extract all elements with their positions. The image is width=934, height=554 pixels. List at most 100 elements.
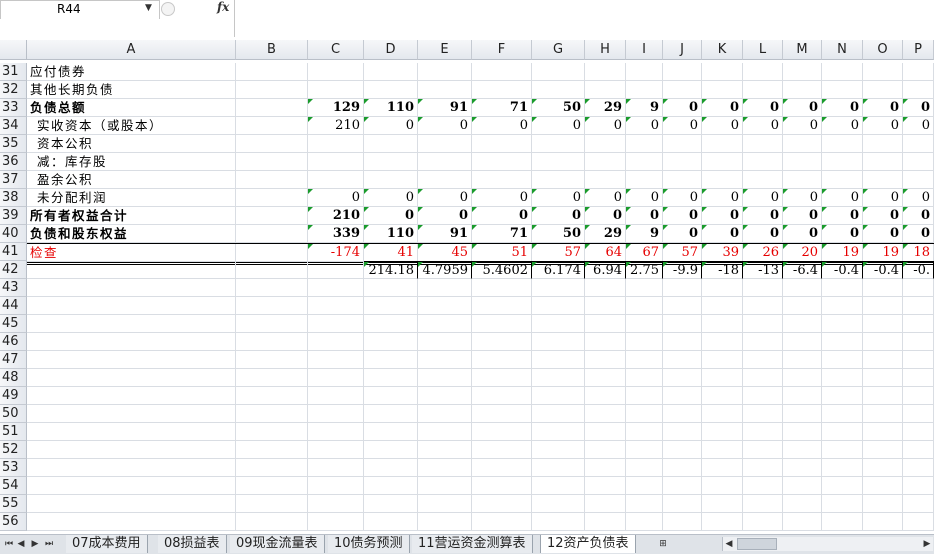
cell-value[interactable] xyxy=(822,441,863,459)
cell-value[interactable] xyxy=(903,135,934,153)
cell-value[interactable] xyxy=(626,441,663,459)
cell-value[interactable] xyxy=(903,369,934,387)
cell[interactable] xyxy=(236,441,308,459)
cell-value[interactable] xyxy=(783,81,822,99)
cell-value[interactable] xyxy=(702,423,743,441)
cell-value[interactable]: 0 xyxy=(863,225,903,243)
cell-value[interactable]: 0 xyxy=(903,225,934,243)
cell-value[interactable] xyxy=(863,405,903,423)
cell[interactable] xyxy=(236,63,308,81)
cell-label[interactable]: 负债和股东权益 xyxy=(27,225,236,243)
cell-value[interactable]: 0 xyxy=(822,99,863,117)
cell-value[interactable] xyxy=(822,459,863,477)
cell-value[interactable] xyxy=(783,477,822,495)
cell-value[interactable] xyxy=(626,387,663,405)
column-header-l[interactable]: L xyxy=(743,40,783,60)
cell-value[interactable] xyxy=(585,423,626,441)
cell-value[interactable] xyxy=(364,81,418,99)
cell-value[interactable] xyxy=(743,279,783,297)
cell-value[interactable] xyxy=(743,135,783,153)
cell-value[interactable] xyxy=(308,81,364,99)
cell-value[interactable] xyxy=(472,297,532,315)
cell-value[interactable] xyxy=(743,477,783,495)
sheet-tab[interactable]: 12资产负债表 xyxy=(540,535,636,553)
cell-value[interactable] xyxy=(743,441,783,459)
cell-value[interactable]: 0 xyxy=(472,207,532,225)
cell-value[interactable] xyxy=(663,441,702,459)
column-header-h[interactable]: H xyxy=(585,40,626,60)
cell-value[interactable] xyxy=(308,495,364,513)
cell-value[interactable] xyxy=(663,315,702,333)
cell-value[interactable]: 50 xyxy=(532,225,585,243)
cell-value[interactable] xyxy=(743,459,783,477)
cell-value[interactable] xyxy=(663,333,702,351)
cell-value[interactable] xyxy=(585,405,626,423)
cell-value[interactable] xyxy=(364,441,418,459)
cell-value[interactable] xyxy=(863,153,903,171)
sheet-tab[interactable]: 10债务预测 xyxy=(328,535,410,553)
cell-value[interactable]: 0 xyxy=(585,207,626,225)
cell-label[interactable]: 其他长期负债 xyxy=(27,81,236,99)
column-header-d[interactable]: D xyxy=(364,40,418,60)
cell-value[interactable]: 20 xyxy=(783,244,822,262)
cell-value[interactable] xyxy=(822,135,863,153)
cell-value[interactable]: 0 xyxy=(783,207,822,225)
cell-value[interactable] xyxy=(783,351,822,369)
cell-value[interactable] xyxy=(532,135,585,153)
cell-value[interactable]: -0.4 xyxy=(863,261,903,279)
cell-value[interactable] xyxy=(308,315,364,333)
select-all-corner[interactable] xyxy=(0,40,27,60)
cell-value[interactable] xyxy=(663,477,702,495)
cell-value[interactable] xyxy=(702,369,743,387)
cell-value[interactable] xyxy=(743,513,783,531)
cell-value[interactable] xyxy=(822,279,863,297)
cell-value[interactable] xyxy=(702,171,743,189)
cell-value[interactable] xyxy=(532,171,585,189)
cell-value[interactable]: 41 xyxy=(364,244,418,262)
cell-label[interactable]: 资本公积 xyxy=(27,135,236,153)
cell-value[interactable]: 0 xyxy=(863,117,903,135)
cell-value[interactable] xyxy=(364,63,418,81)
row-header[interactable]: 48 xyxy=(0,369,27,387)
cell-value[interactable] xyxy=(585,351,626,369)
cell-value[interactable] xyxy=(903,279,934,297)
row-header[interactable]: 56 xyxy=(0,513,27,531)
cell-value[interactable] xyxy=(822,297,863,315)
cell-value[interactable]: 19 xyxy=(822,244,863,262)
cell-value[interactable] xyxy=(364,135,418,153)
cell-value[interactable] xyxy=(863,63,903,81)
cell-value[interactable] xyxy=(822,81,863,99)
cell-value[interactable] xyxy=(822,423,863,441)
last-sheet-icon[interactable]: ⏭ xyxy=(44,537,54,551)
cell-value[interactable]: -174 xyxy=(308,244,364,262)
cell-value[interactable]: 0 xyxy=(472,117,532,135)
cell-value[interactable] xyxy=(418,387,472,405)
cell-value[interactable]: 0 xyxy=(783,117,822,135)
cell-value[interactable] xyxy=(472,423,532,441)
cell[interactable] xyxy=(236,189,308,207)
cell-value[interactable] xyxy=(418,63,472,81)
cell-value[interactable] xyxy=(822,477,863,495)
cell[interactable] xyxy=(236,225,308,243)
row-header[interactable]: 39 xyxy=(0,207,27,225)
cell-label[interactable]: 实收资本（或股本） xyxy=(27,117,236,135)
cell-value[interactable] xyxy=(626,369,663,387)
cell-value[interactable] xyxy=(626,315,663,333)
sheet-tab[interactable]: 09现金流量表 xyxy=(230,535,325,553)
cell-value[interactable]: 0 xyxy=(532,117,585,135)
column-header-b[interactable]: B xyxy=(236,40,308,60)
cell-value[interactable]: 0 xyxy=(626,117,663,135)
cell-value[interactable] xyxy=(418,513,472,531)
cell-value[interactable] xyxy=(418,477,472,495)
cell-value[interactable] xyxy=(743,495,783,513)
cell-value[interactable] xyxy=(532,405,585,423)
cell-value[interactable] xyxy=(308,261,364,279)
row-header[interactable]: 40 xyxy=(0,225,27,243)
cell[interactable] xyxy=(236,513,308,531)
cell-value[interactable] xyxy=(863,369,903,387)
cell-value[interactable] xyxy=(364,459,418,477)
cell-value[interactable] xyxy=(822,387,863,405)
cell-value[interactable] xyxy=(418,333,472,351)
cell[interactable] xyxy=(236,171,308,189)
sheet-tab[interactable]: 07成本费用 xyxy=(66,535,148,553)
